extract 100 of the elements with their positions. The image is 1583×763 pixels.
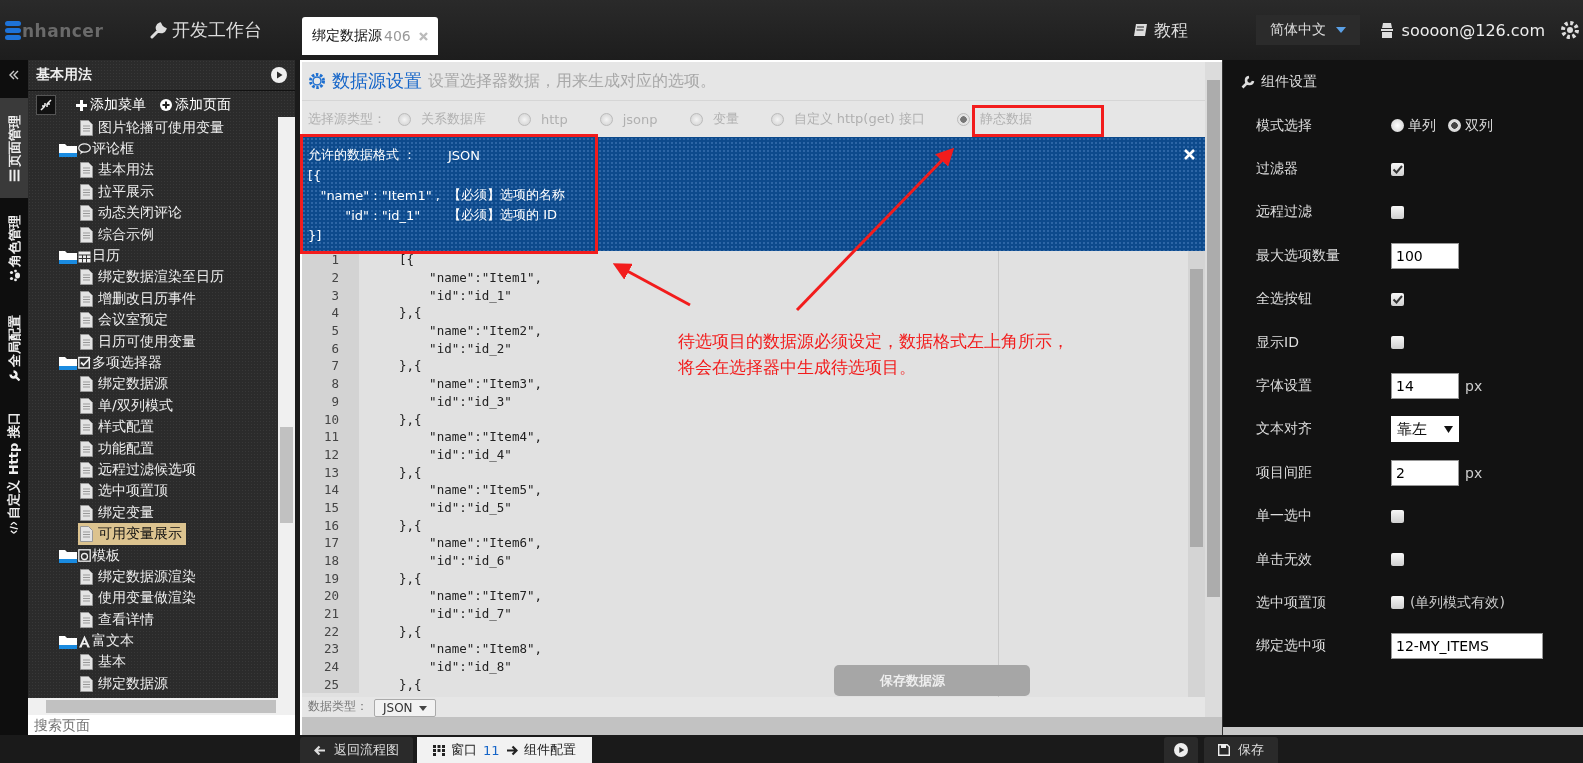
line-number: 13 [302, 463, 359, 481]
add-page-button[interactable]: 添加页面 [160, 96, 231, 114]
collapse-all-icon[interactable] [36, 95, 56, 115]
tree-item[interactable]: 绑定数据源 [80, 373, 172, 396]
checkbox[interactable] [1391, 553, 1404, 567]
folder-icon [59, 633, 77, 649]
tree-folder[interactable]: 多项选择器 [28, 352, 278, 374]
code-line: "name":"Item8", [428, 641, 542, 657]
checkbox[interactable] [1391, 509, 1404, 523]
tree-folder[interactable]: 日历 [28, 245, 278, 267]
setting-label: 单一选中 [1255, 507, 1313, 526]
setting-label: 绑定选中项 [1255, 637, 1327, 656]
save-button[interactable]: 保存 [1204, 737, 1278, 763]
line-number: 4 [302, 304, 359, 322]
back-button[interactable]: 返回流程图 [300, 737, 413, 763]
tree-item[interactable]: 远程过滤候选项 [80, 459, 200, 481]
tree-item[interactable]: 绑定数据源 [80, 673, 172, 695]
code-line: "id":"id_6" [428, 553, 512, 569]
code-line: },{ [398, 358, 422, 374]
folder-icon [59, 355, 77, 371]
tree-folder[interactable]: 评论框 [28, 138, 278, 160]
scrollbar[interactable] [28, 698, 295, 715]
code-line: },{ [398, 570, 422, 586]
page-icon [80, 333, 93, 350]
tree-item[interactable]: 会议室预定 [80, 309, 172, 331]
gear-icon [308, 72, 326, 90]
add-menu-button[interactable]: 添加菜单 [76, 96, 146, 114]
code-line: "name":"Item4", [428, 429, 542, 445]
scrollbar[interactable] [278, 117, 295, 698]
checkbox[interactable] [1391, 162, 1404, 176]
setting-note: (单列模式有效) [1410, 594, 1505, 612]
user-link[interactable]: soooon@126.com [1379, 20, 1545, 40]
tree-folder[interactable]: 模板 [28, 544, 278, 567]
setting-label: 最大选项数量 [1255, 246, 1341, 265]
setting-label: 显示ID [1255, 333, 1300, 352]
page-icon [80, 461, 93, 478]
tree-item[interactable]: 图片轮播可使用变量 [80, 117, 228, 139]
line-number: 17 [302, 534, 359, 552]
checkbox[interactable] [1391, 336, 1404, 350]
tree-item[interactable]: 选中项置顶 [80, 480, 172, 503]
scrollbar[interactable] [302, 717, 1222, 735]
code-line: "name":"Item7", [428, 588, 542, 604]
plus-icon [76, 99, 87, 111]
tutorial-link[interactable]: 教程 [1132, 18, 1188, 42]
side-tab[interactable]: 页面管理 [0, 98, 28, 198]
checkbox-icon [78, 356, 91, 370]
collapse-icon[interactable] [9, 70, 19, 80]
tree-item[interactable]: 动态关闭评论 [80, 202, 186, 224]
tree-item[interactable]: 可用变量展示 [78, 523, 186, 545]
number-field[interactable]: 100 [1391, 242, 1459, 269]
tree-item[interactable]: 绑定数据渲染至日历 [80, 266, 228, 289]
tree-item[interactable]: 日历可使用变量 [80, 330, 200, 353]
tree-item[interactable]: 查看详情 [80, 609, 158, 631]
page-icon [80, 312, 93, 329]
mode-radio[interactable]: 双列 [1448, 116, 1493, 135]
annotation-text: 将会在选择器中生成待选项目。 [678, 356, 917, 379]
run-button[interactable] [1164, 737, 1198, 763]
workbench-link[interactable]: 开发工作台 [150, 18, 302, 42]
mode-radio[interactable]: 单列 [1391, 116, 1436, 135]
page-icon [80, 376, 93, 393]
window-tab[interactable]: 窗口 11 组件配置 [417, 737, 592, 763]
unit-label: px [1465, 378, 1483, 395]
text-field[interactable]: 12-MY_ITEMS [1391, 633, 1543, 660]
tree-item[interactable]: 绑定数据源渲染 [80, 566, 200, 588]
tree-item[interactable]: 使用变量做渲染 [80, 587, 200, 609]
speech-bubble-icon [78, 143, 91, 156]
page-tab[interactable]: 绑定数据源406 [302, 17, 438, 55]
scrollbar[interactable] [1223, 727, 1583, 735]
align-select[interactable]: 靠左 [1391, 416, 1459, 443]
wrench-icon [8, 369, 20, 382]
checkbox[interactable] [1391, 205, 1404, 219]
language-dropdown[interactable]: 简体中文 [1255, 15, 1360, 45]
number-field[interactable]: 2 [1391, 459, 1459, 486]
scrollbar[interactable] [1188, 251, 1205, 697]
format-note: JSON [448, 147, 481, 163]
page-icon [80, 440, 93, 457]
tree-item[interactable]: 基本 [80, 651, 130, 674]
scrollbar[interactable] [1205, 62, 1222, 717]
number-field[interactable]: 14 [1391, 373, 1459, 400]
page-icon [80, 483, 93, 500]
code-line: "id":"id_3" [428, 393, 512, 409]
tab-label: 绑定数据源 [312, 27, 382, 45]
checkbox[interactable] [1391, 292, 1404, 306]
search-field[interactable]: 搜索页面 [28, 715, 295, 735]
tree-item[interactable]: 样式配置 [80, 416, 158, 438]
folder-icon [59, 548, 77, 563]
tree-item[interactable]: 增删改日历事件 [80, 288, 200, 310]
play-icon[interactable] [271, 67, 287, 83]
paw-icon [8, 269, 20, 282]
tree-item[interactable]: 拉平展示 [80, 181, 158, 203]
tree-item[interactable]: 基本用法 [80, 159, 158, 182]
tree-item[interactable]: 综合示例 [80, 223, 158, 246]
setting-label: 字体设置 [1255, 377, 1313, 396]
tree-item[interactable]: 单/双列模式 [80, 395, 177, 417]
code-line: "id":"id_8" [428, 659, 512, 675]
tree-folder[interactable]: 富文本 [28, 630, 278, 652]
tree-item[interactable]: 功能配置 [80, 437, 158, 460]
tree-item[interactable]: 绑定变量 [80, 502, 158, 524]
checkbox[interactable] [1391, 596, 1404, 610]
page-icon [80, 183, 93, 200]
